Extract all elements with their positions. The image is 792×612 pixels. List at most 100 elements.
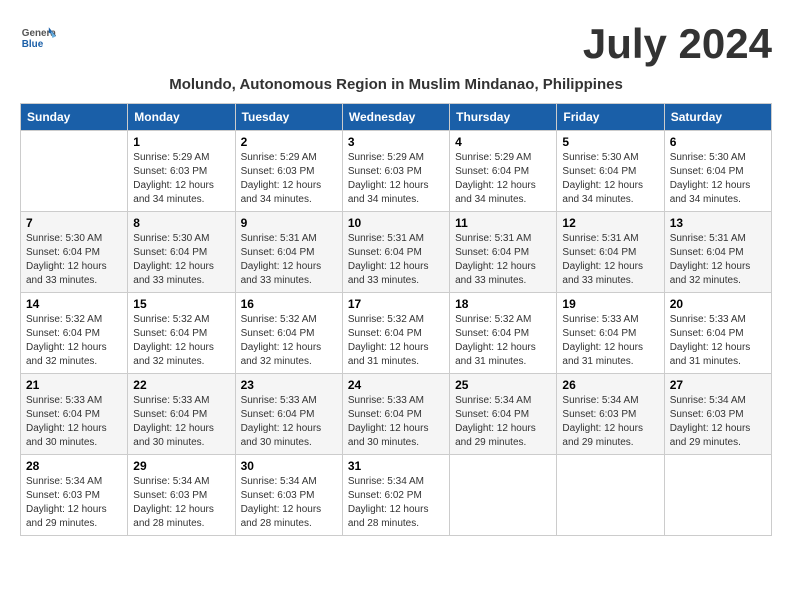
calendar-day-cell: 4 Sunrise: 5:29 AM Sunset: 6:04 PM Daylig… (450, 131, 557, 212)
calendar-day-cell (664, 455, 771, 536)
day-number: 19 (562, 297, 658, 311)
weekday-header-cell: Wednesday (342, 104, 449, 131)
calendar-day-cell: 25 Sunrise: 5:34 AM Sunset: 6:04 PM Dayli… (450, 374, 557, 455)
day-info: Sunrise: 5:30 AM Sunset: 6:04 PM Dayligh… (670, 151, 766, 207)
calendar-day-cell: 3 Sunrise: 5:29 AM Sunset: 6:03 PM Daylig… (342, 131, 449, 212)
calendar-day-cell: 13 Sunrise: 5:31 AM Sunset: 6:04 PM Dayli… (664, 212, 771, 293)
calendar-day-cell: 14 Sunrise: 5:32 AM Sunset: 6:04 PM Dayli… (21, 293, 128, 374)
day-number: 14 (26, 297, 122, 311)
calendar-day-cell: 22 Sunrise: 5:33 AM Sunset: 6:04 PM Dayli… (128, 374, 235, 455)
weekday-header-cell: Thursday (450, 104, 557, 131)
day-number: 16 (241, 297, 337, 311)
calendar-day-cell: 6Sunrise: 5:30 AM Sunset: 6:04 PM Daylig… (664, 131, 771, 212)
calendar-week-row: 7 Sunrise: 5:30 AM Sunset: 6:04 PM Daylig… (21, 212, 772, 293)
day-info: Sunrise: 5:31 AM Sunset: 6:04 PM Dayligh… (455, 232, 551, 288)
day-info: Sunrise: 5:32 AM Sunset: 6:04 PM Dayligh… (348, 313, 444, 369)
calendar-week-row: 28 Sunrise: 5:34 AM Sunset: 6:03 PM Dayli… (21, 455, 772, 536)
day-info: Sunrise: 5:29 AM Sunset: 6:04 PM Dayligh… (455, 151, 551, 207)
calendar-day-cell: 28 Sunrise: 5:34 AM Sunset: 6:03 PM Dayli… (21, 455, 128, 536)
day-info: Sunrise: 5:33 AM Sunset: 6:04 PM Dayligh… (26, 394, 122, 450)
calendar-day-cell: 31 Sunrise: 5:34 AM Sunset: 6:02 PM Dayli… (342, 455, 449, 536)
day-info: Sunrise: 5:33 AM Sunset: 6:04 PM Dayligh… (348, 394, 444, 450)
day-number: 1 (133, 135, 229, 149)
day-number: 24 (348, 378, 444, 392)
calendar-week-row: 1 Sunrise: 5:29 AM Sunset: 6:03 PM Daylig… (21, 131, 772, 212)
day-number: 27 (670, 378, 766, 392)
day-info: Sunrise: 5:30 AM Sunset: 6:04 PM Dayligh… (562, 151, 658, 207)
day-number: 5 (562, 135, 658, 149)
day-info: Sunrise: 5:33 AM Sunset: 6:04 PM Dayligh… (562, 313, 658, 369)
day-number: 13 (670, 216, 766, 230)
calendar-day-cell: 30 Sunrise: 5:34 AM Sunset: 6:03 PM Dayli… (235, 455, 342, 536)
day-info: Sunrise: 5:29 AM Sunset: 6:03 PM Dayligh… (348, 151, 444, 207)
calendar-week-row: 14 Sunrise: 5:32 AM Sunset: 6:04 PM Dayli… (21, 293, 772, 374)
day-info: Sunrise: 5:33 AM Sunset: 6:04 PM Dayligh… (670, 313, 766, 369)
calendar-day-cell: 1 Sunrise: 5:29 AM Sunset: 6:03 PM Daylig… (128, 131, 235, 212)
weekday-header-cell: Monday (128, 104, 235, 131)
calendar-day-cell: 27Sunrise: 5:34 AM Sunset: 6:03 PM Dayli… (664, 374, 771, 455)
calendar-day-cell (450, 455, 557, 536)
day-info: Sunrise: 5:33 AM Sunset: 6:04 PM Dayligh… (241, 394, 337, 450)
day-number: 22 (133, 378, 229, 392)
weekday-header-cell: Friday (557, 104, 664, 131)
day-number: 4 (455, 135, 551, 149)
calendar-day-cell: 9Sunrise: 5:31 AM Sunset: 6:04 PM Daylig… (235, 212, 342, 293)
calendar-day-cell: 2Sunrise: 5:29 AM Sunset: 6:03 PM Daylig… (235, 131, 342, 212)
calendar-day-cell: 16 Sunrise: 5:32 AM Sunset: 6:04 PM Dayli… (235, 293, 342, 374)
calendar-day-cell: 24 Sunrise: 5:33 AM Sunset: 6:04 PM Dayli… (342, 374, 449, 455)
day-number: 31 (348, 459, 444, 473)
day-info: Sunrise: 5:34 AM Sunset: 6:03 PM Dayligh… (562, 394, 658, 450)
calendar-day-cell: 11 Sunrise: 5:31 AM Sunset: 6:04 PM Dayli… (450, 212, 557, 293)
weekday-header-row: SundayMondayTuesdayWednesdayThursdayFrid… (21, 104, 772, 131)
page-header: General Blue July 2024 (20, 20, 772, 68)
weekday-header-cell: Sunday (21, 104, 128, 131)
calendar-day-cell: 12Sunrise: 5:31 AM Sunset: 6:04 PM Dayli… (557, 212, 664, 293)
day-info: Sunrise: 5:34 AM Sunset: 6:04 PM Dayligh… (455, 394, 551, 450)
calendar-day-cell: 5 Sunrise: 5:30 AM Sunset: 6:04 PM Daylig… (557, 131, 664, 212)
weekday-header-cell: Saturday (664, 104, 771, 131)
weekday-header-cell: Tuesday (235, 104, 342, 131)
day-number: 20 (670, 297, 766, 311)
day-info: Sunrise: 5:33 AM Sunset: 6:04 PM Dayligh… (133, 394, 229, 450)
day-info: Sunrise: 5:29 AM Sunset: 6:03 PM Dayligh… (133, 151, 229, 207)
calendar-body: 1 Sunrise: 5:29 AM Sunset: 6:03 PM Daylig… (21, 131, 772, 536)
day-info: Sunrise: 5:34 AM Sunset: 6:03 PM Dayligh… (26, 475, 122, 531)
month-year-title: July 2024 (583, 20, 772, 68)
calendar-day-cell: 15Sunrise: 5:32 AM Sunset: 6:04 PM Dayli… (128, 293, 235, 374)
calendar-day-cell (21, 131, 128, 212)
calendar-day-cell: 19 Sunrise: 5:33 AM Sunset: 6:04 PM Dayli… (557, 293, 664, 374)
calendar-day-cell: 29 Sunrise: 5:34 AM Sunset: 6:03 PM Dayli… (128, 455, 235, 536)
day-info: Sunrise: 5:34 AM Sunset: 6:03 PM Dayligh… (133, 475, 229, 531)
day-number: 29 (133, 459, 229, 473)
day-info: Sunrise: 5:32 AM Sunset: 6:04 PM Dayligh… (455, 313, 551, 369)
day-info: Sunrise: 5:32 AM Sunset: 6:04 PM Dayligh… (241, 313, 337, 369)
calendar-table: SundayMondayTuesdayWednesdayThursdayFrid… (20, 103, 772, 536)
day-info: Sunrise: 5:32 AM Sunset: 6:04 PM Dayligh… (26, 313, 122, 369)
day-number: 7 (26, 216, 122, 230)
calendar-day-cell: 18Sunrise: 5:32 AM Sunset: 6:04 PM Dayli… (450, 293, 557, 374)
calendar-day-cell: 23 Sunrise: 5:33 AM Sunset: 6:04 PM Dayli… (235, 374, 342, 455)
calendar-day-cell: 17Sunrise: 5:32 AM Sunset: 6:04 PM Dayli… (342, 293, 449, 374)
day-info: Sunrise: 5:31 AM Sunset: 6:04 PM Dayligh… (562, 232, 658, 288)
day-info: Sunrise: 5:31 AM Sunset: 6:04 PM Dayligh… (670, 232, 766, 288)
day-info: Sunrise: 5:34 AM Sunset: 6:02 PM Dayligh… (348, 475, 444, 531)
day-number: 25 (455, 378, 551, 392)
day-info: Sunrise: 5:31 AM Sunset: 6:04 PM Dayligh… (348, 232, 444, 288)
day-number: 23 (241, 378, 337, 392)
calendar-day-cell: 21 Sunrise: 5:33 AM Sunset: 6:04 PM Dayli… (21, 374, 128, 455)
day-number: 11 (455, 216, 551, 230)
day-number: 15 (133, 297, 229, 311)
day-info: Sunrise: 5:30 AM Sunset: 6:04 PM Dayligh… (26, 232, 122, 288)
calendar-day-cell: 8Sunrise: 5:30 AM Sunset: 6:04 PM Daylig… (128, 212, 235, 293)
location-title: Molundo, Autonomous Region in Muslim Min… (20, 76, 772, 93)
svg-text:Blue: Blue (22, 39, 44, 50)
day-info: Sunrise: 5:30 AM Sunset: 6:04 PM Dayligh… (133, 232, 229, 288)
day-number: 26 (562, 378, 658, 392)
day-number: 10 (348, 216, 444, 230)
day-info: Sunrise: 5:34 AM Sunset: 6:03 PM Dayligh… (241, 475, 337, 531)
day-number: 21 (26, 378, 122, 392)
day-number: 30 (241, 459, 337, 473)
day-number: 28 (26, 459, 122, 473)
day-number: 3 (348, 135, 444, 149)
calendar-week-row: 21 Sunrise: 5:33 AM Sunset: 6:04 PM Dayli… (21, 374, 772, 455)
